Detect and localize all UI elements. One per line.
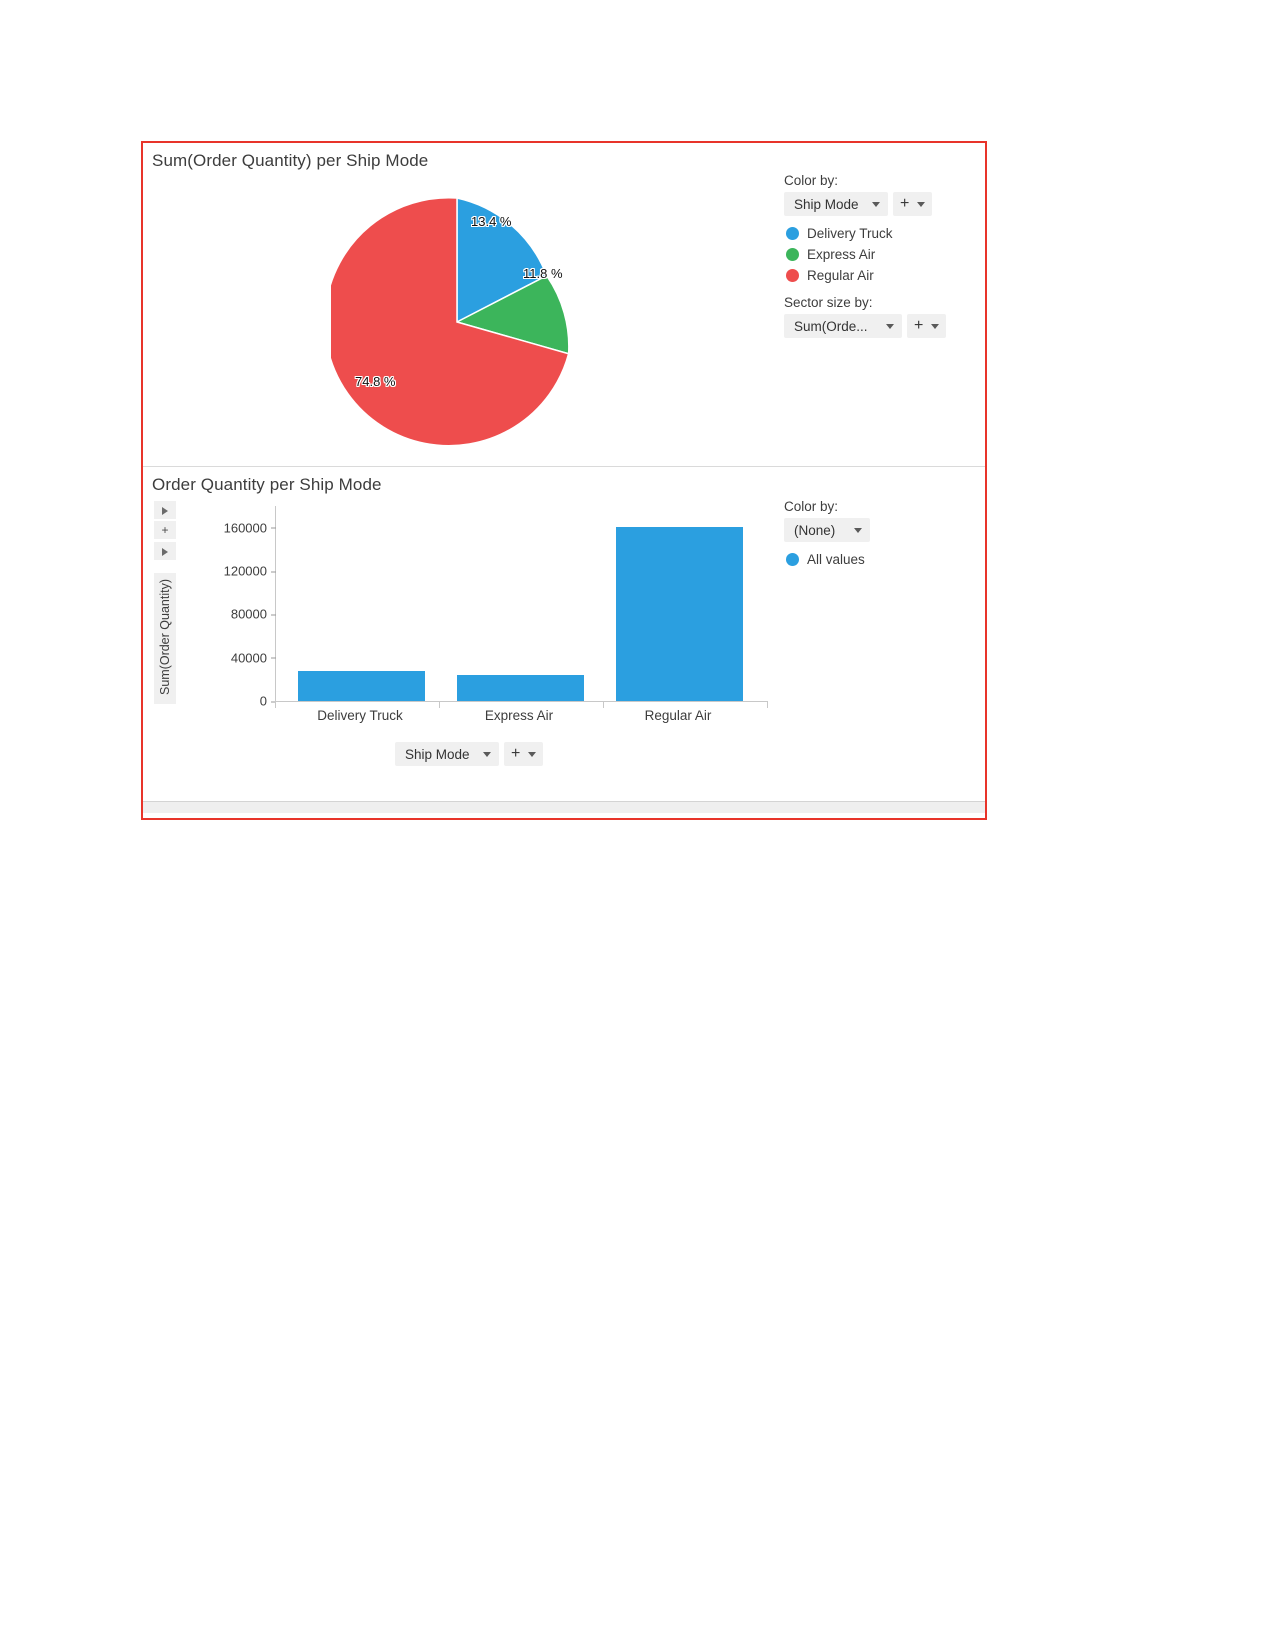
x-tick-label: Express Air [484, 708, 554, 723]
chevron-down-icon [872, 201, 880, 207]
x-tick-mark [767, 701, 768, 708]
chevron-down-icon [483, 751, 491, 757]
y-axis-title[interactable]: Sum(Order Quantity) [154, 573, 176, 705]
pie-controls-panel: Color by: Ship Mode + Delivery Truck Exp… [784, 173, 980, 347]
pie-sector-size-value: Sum(Orde... [794, 318, 868, 334]
chevron-down-icon [931, 323, 940, 329]
bar-chart-graphic: + Sum(Order Quantity) 0 40000 80000 1200… [152, 501, 777, 766]
x-axis-line [275, 701, 767, 702]
y-tick-label: 160000 [224, 520, 277, 535]
x-tick-mark [439, 701, 440, 708]
triangle-right-icon [162, 506, 168, 515]
chevron-down-icon [917, 201, 926, 207]
dashboard-footer-strip [143, 801, 985, 813]
bar-chart-panel: Order Quantity per Ship Mode + Sum(Order… [143, 467, 985, 813]
page-canvas: Sum(Order Quantity) per Ship Mode 13.4 %… [0, 0, 1275, 1650]
pie-label-regular-air: 74.8 % [355, 374, 396, 389]
legend-label: Express Air [807, 247, 876, 262]
legend-item[interactable]: Express Air [786, 247, 980, 262]
bar-chart-title: Order Quantity per Ship Mode [152, 475, 382, 494]
x-axis-value: Ship Mode [405, 746, 470, 762]
y-axis-tools: + [154, 501, 178, 562]
pie-label-delivery-truck: 13.4 % [471, 214, 512, 229]
bar-express-air[interactable] [457, 674, 584, 701]
pie-legend: Delivery Truck Express Air Regular Air [786, 226, 980, 283]
plus-icon: + [511, 745, 521, 762]
legend-item[interactable]: All values [786, 552, 980, 567]
bar-color-by-value: (None) [794, 522, 836, 538]
x-axis-dropdown[interactable]: Ship Mode [395, 742, 499, 766]
bar-delivery-truck[interactable] [298, 671, 425, 701]
legend-label: Regular Air [807, 268, 874, 283]
y-tick-label: 120000 [224, 564, 277, 579]
legend-swatch-icon [786, 269, 799, 282]
pie-color-by-value: Ship Mode [794, 196, 859, 212]
plus-icon: + [900, 195, 910, 212]
x-tick-label: Delivery Truck [317, 708, 403, 723]
legend-swatch-icon [786, 227, 799, 240]
legend-label: All values [807, 552, 865, 567]
chevron-down-icon [854, 527, 862, 533]
y-axis-add-button[interactable]: + [154, 521, 176, 539]
chevron-down-icon [528, 751, 537, 757]
pie-color-by-dropdown[interactable]: Ship Mode [784, 192, 888, 216]
bar-color-by-row: (None) [784, 518, 980, 542]
bar-color-by-dropdown[interactable]: (None) [784, 518, 870, 542]
chevron-down-icon [886, 323, 894, 329]
pie-label-express-air: 11.8 % [523, 266, 563, 281]
bar-controls-panel: Color by: (None) All values [784, 499, 980, 579]
x-axis-add-button[interactable]: + [504, 742, 544, 766]
legend-label: Delivery Truck [807, 226, 893, 241]
pie-chart-graphic[interactable]: 13.4 % 11.8 % 74.8 % [324, 196, 583, 448]
y-tick-label: 40000 [231, 650, 277, 665]
x-axis-controls: Ship Mode + [395, 742, 544, 766]
pie-svg [324, 196, 570, 447]
x-tick-mark [603, 701, 604, 708]
bar-color-by-label: Color by: [784, 499, 839, 514]
y-axis-expand-button[interactable] [154, 501, 176, 519]
bar-legend: All values [786, 552, 980, 567]
legend-item[interactable]: Regular Air [786, 268, 980, 283]
legend-item[interactable]: Delivery Truck [786, 226, 980, 241]
pie-sector-size-add-button[interactable]: + [907, 314, 947, 338]
bar-plot-area[interactable]: 0 40000 80000 120000 160000 [224, 506, 767, 709]
legend-swatch-icon [786, 248, 799, 261]
plus-icon: + [161, 523, 169, 537]
x-tick-label: Regular Air [644, 708, 712, 723]
pie-color-by-label: Color by: [784, 173, 839, 188]
legend-swatch-icon [786, 553, 799, 566]
y-tick-label: 0 [260, 694, 277, 709]
pie-chart-panel: Sum(Order Quantity) per Ship Mode 13.4 %… [143, 143, 985, 467]
pie-chart-title: Sum(Order Quantity) per Ship Mode [152, 151, 429, 170]
y-tick-label: 80000 [231, 607, 277, 622]
pie-sector-size-label: Sector size by: [784, 295, 873, 310]
pie-color-by-add-button[interactable]: + [893, 192, 933, 216]
triangle-right-icon [162, 547, 168, 556]
pie-sector-size-row: Sum(Orde... + [784, 314, 980, 338]
plus-icon: + [914, 317, 924, 334]
pie-color-by-row: Ship Mode + [784, 192, 980, 216]
bar-regular-air[interactable] [616, 526, 743, 701]
y-axis-scale-button[interactable] [154, 542, 176, 560]
y-axis-title-label: Sum(Order Quantity) [158, 579, 172, 696]
pie-sector-size-dropdown[interactable]: Sum(Orde... [784, 314, 902, 338]
dashboard-container: Sum(Order Quantity) per Ship Mode 13.4 %… [141, 141, 987, 820]
x-tick-mark [275, 701, 276, 708]
